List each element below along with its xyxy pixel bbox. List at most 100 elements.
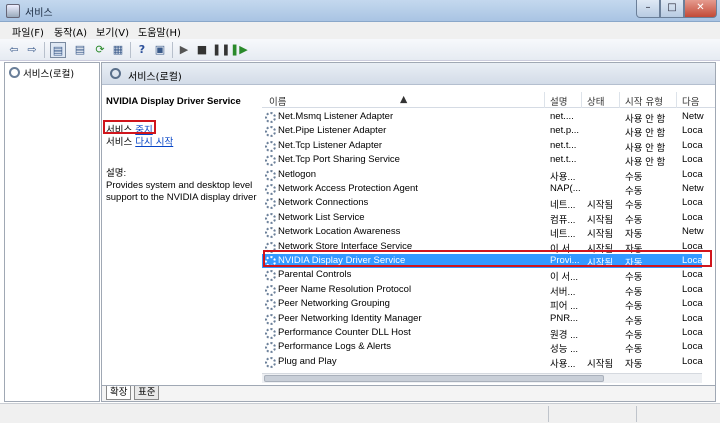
cell-logon: Loca — [682, 139, 703, 151]
toolbar: ⇦ ⇨ ▤ ▤ ⟳ ▦ ? ▣ ▶ ■ ❚❚ ❚▶ — [0, 39, 720, 61]
start-service-icon[interactable]: ▶ — [176, 42, 192, 58]
menu-help[interactable]: 도움말(H) — [138, 24, 181, 39]
tab-extended[interactable]: 확장 — [106, 386, 132, 400]
service-gear-icon — [265, 198, 276, 210]
cell-logon: Loca — [682, 341, 703, 353]
selected-service-name: NVIDIA Display Driver Service — [106, 96, 241, 107]
table-row[interactable]: Network Location Awareness 네트... 시작됨 자동 Netw — [262, 225, 704, 241]
column-header-name[interactable]: 이름 — [269, 94, 286, 108]
cell-name: Peer Networking Grouping — [278, 298, 390, 310]
cell-desc: PNR... — [550, 312, 578, 324]
table-row[interactable]: Network Connections 네트... 시작됨 수동 Loca — [262, 196, 703, 211]
cell-name: Peer Networking Identity Manager — [278, 312, 422, 324]
help-icon[interactable]: ? — [134, 42, 150, 58]
table-row[interactable]: Network List Service 컴퓨... 시작됨 수동 Loca — [262, 211, 703, 226]
service-gear-icon — [265, 270, 276, 282]
horizontal-scroll-thumb[interactable] — [264, 375, 604, 382]
menu-action[interactable]: 동작(A) — [54, 24, 87, 39]
cell-logon: Loca — [682, 168, 703, 180]
export-list-icon[interactable]: ▦ — [110, 42, 126, 58]
cell-name: Performance Counter DLL Host — [278, 327, 411, 338]
horizontal-scrollbar[interactable] — [262, 373, 702, 383]
service-gear-icon — [265, 184, 276, 195]
show-hide-tree-icon[interactable]: ▤ — [50, 42, 66, 58]
table-row[interactable]: Net.Tcp Listener Adapter net.t... 사용 안 함 Lo… — [262, 139, 703, 154]
cell-logon: Netw — [682, 183, 704, 194]
table-row[interactable]: Parental Controls 이 서... 수동 Loca — [262, 268, 703, 284]
cell-name: Parental Controls — [278, 269, 352, 281]
table-row[interactable]: Network Access Protection Agent NAP(... 수동… — [262, 182, 704, 197]
cell-desc: 사용... — [550, 171, 576, 183]
table-row[interactable]: Net.Pipe Listener Adapter net.p... 사용 안 함 L… — [262, 124, 703, 140]
services-gear-icon — [9, 67, 20, 78]
service-gear-icon — [265, 126, 276, 138]
cell-logon: Loca — [682, 211, 703, 223]
cell-logon: Loca — [682, 283, 703, 295]
column-header-startup-type[interactable]: 시작 유형 — [625, 94, 663, 108]
console-tree: 서비스(로컬) — [4, 62, 100, 402]
cell-logon: Loca — [682, 327, 703, 338]
menu-file[interactable]: 파일(F) — [12, 24, 44, 39]
cell-desc: 성능 ... — [550, 344, 579, 356]
panel-title: 서비스(로컬) — [128, 72, 182, 83]
table-row[interactable]: Netlogon 사용... 수동 Loca — [262, 168, 703, 183]
table-row[interactable]: Peer Networking Identity Manager PNR... 수동… — [262, 312, 703, 327]
service-gear-icon — [265, 313, 276, 325]
table-row[interactable]: Performance Counter DLL Host 원경 ... 수동 Loca — [262, 326, 703, 341]
cell-startup: 사용 안 함 — [625, 157, 666, 169]
service-gear-icon — [265, 212, 276, 224]
minimize-button[interactable]: – — [636, 0, 660, 18]
cell-name: Net.Tcp Port Sharing Service — [278, 154, 400, 166]
back-arrow-icon[interactable]: ⇦ — [6, 42, 22, 58]
cell-name: Plug and Play — [278, 355, 337, 367]
sort-ascending-icon: ▲ — [400, 94, 408, 105]
menu-bar: 파일(F) 동작(A) 보기(V) 도움말(H) — [0, 22, 720, 39]
toolbar-separator — [172, 42, 173, 58]
cell-startup: 수동 — [625, 330, 643, 341]
cell-name: Net.Msmq Listener Adapter — [278, 111, 394, 122]
refresh-icon[interactable]: ⟳ — [92, 42, 108, 58]
pause-service-icon[interactable]: ❚❚ — [212, 42, 230, 58]
column-header-logon[interactable]: 다음 — [682, 94, 699, 108]
service-gear-icon — [265, 140, 276, 152]
restart-service-icon[interactable]: ❚▶ — [230, 42, 248, 58]
window-title: 서비스 — [25, 8, 53, 19]
cell-startup: 수동 — [625, 186, 643, 197]
menu-view[interactable]: 보기(V) — [96, 24, 129, 39]
services-app-icon — [6, 4, 20, 18]
restart-service-link[interactable]: 다시 시작 — [135, 137, 173, 148]
cell-startup: 사용 안 함 — [625, 128, 666, 140]
maximize-button[interactable]: □ — [660, 0, 684, 18]
column-header-description[interactable]: 설명 — [550, 94, 567, 108]
cell-name: Netlogon — [278, 168, 317, 180]
cell-desc: 사용... — [550, 358, 576, 370]
cell-startup: 사용 안 함 — [625, 142, 666, 154]
services-gear-icon — [110, 68, 121, 79]
service-details: NVIDIA Display Driver Service 서비스 중지 서비스… — [102, 85, 262, 401]
stop-service-icon[interactable]: ■ — [194, 42, 210, 58]
tab-standard[interactable]: 표준 — [134, 386, 160, 400]
forward-arrow-icon[interactable]: ⇨ — [24, 42, 40, 58]
cell-startup: 자동 — [625, 229, 643, 241]
table-row[interactable]: Peer Networking Grouping 피어 ... 수동 Loca — [262, 297, 703, 312]
table-row[interactable]: Performance Logs & Alerts 성능 ... 수동 Loca — [262, 340, 703, 356]
cell-name: Peer Name Resolution Protocol — [278, 283, 412, 295]
properties-icon[interactable]: ▣ — [152, 42, 168, 58]
tree-node-services-local[interactable]: 서비스(로컬) — [9, 66, 74, 80]
cell-desc: 컴퓨... — [550, 214, 576, 226]
table-row[interactable]: Net.Tcp Port Sharing Service net.t... 사용 안… — [262, 153, 703, 169]
column-divider — [581, 92, 582, 108]
cell-startup: 수동 — [625, 214, 643, 226]
table-row[interactable]: Plug and Play 사용... 시작됨 자동 Loca — [262, 355, 703, 370]
column-header-status[interactable]: 상태 — [587, 94, 604, 108]
properties-sheet-icon[interactable]: ▤ — [72, 42, 88, 58]
table-row[interactable]: Peer Name Resolution Protocol 서버... 수동 Loca — [262, 283, 703, 298]
cell-logon: Loca — [682, 154, 703, 166]
table-row[interactable]: Net.Msmq Listener Adapter net.... 사용 안 함 Ne… — [262, 110, 704, 125]
close-button[interactable]: ✕ — [684, 0, 717, 18]
cell-desc: 이 서... — [550, 272, 579, 284]
cell-name: Performance Logs & Alerts — [278, 341, 391, 353]
service-gear-icon — [265, 328, 276, 339]
service-gear-icon — [265, 342, 276, 354]
service-gear-icon — [265, 155, 276, 167]
